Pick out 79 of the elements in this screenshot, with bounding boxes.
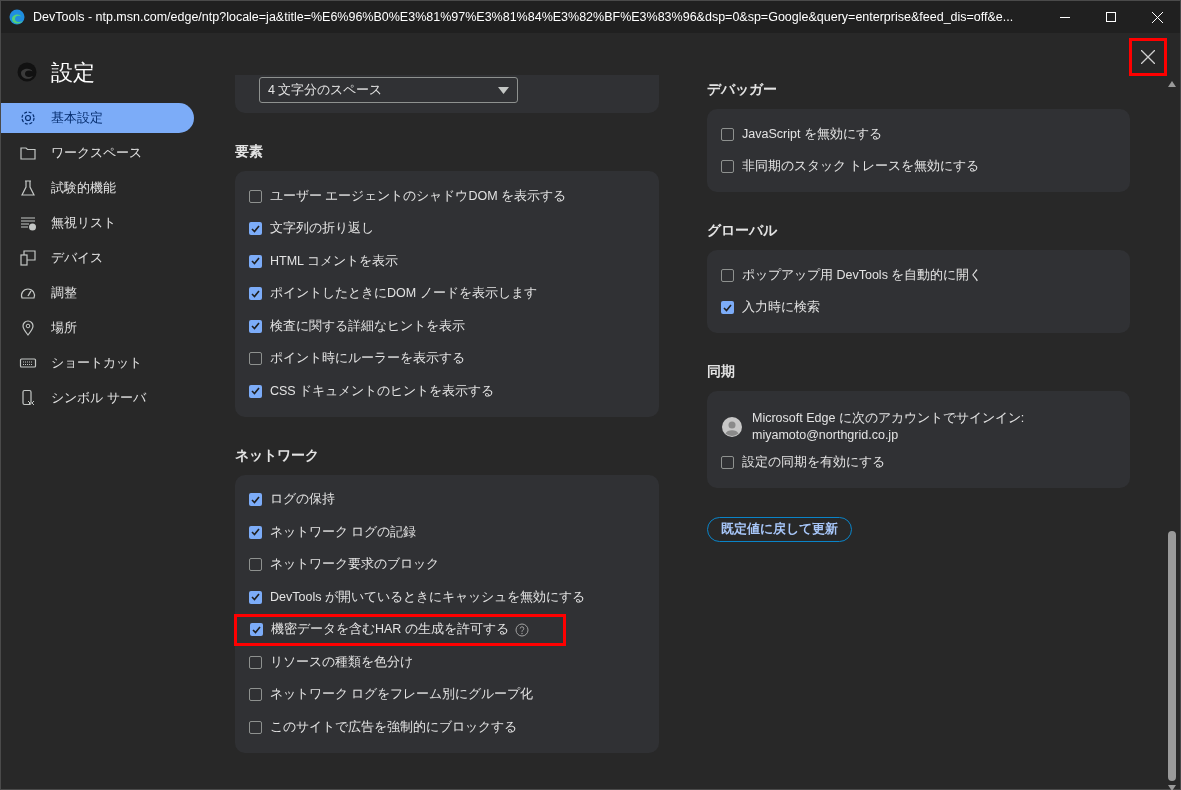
close-icon — [1141, 50, 1155, 64]
sidebar-item[interactable]: 基本設定 — [1, 103, 194, 133]
checkbox[interactable] — [721, 301, 734, 315]
checkbox[interactable] — [249, 590, 262, 604]
dropdown[interactable]: 4 文字分のスペース — [259, 77, 518, 103]
avatar-icon — [722, 417, 742, 437]
checkbox[interactable] — [249, 319, 262, 333]
checkbox-label: 文字列の折り返し — [270, 220, 374, 238]
checkbox-label: HTML コメントを表示 — [270, 252, 399, 270]
checkbox-label: ネットワーク ログをフレーム別にグループ化 — [270, 686, 534, 704]
checkbox[interactable] — [721, 455, 734, 469]
close-button[interactable] — [1132, 41, 1164, 73]
sidebar-item[interactable]: 場所 — [1, 313, 194, 343]
checkbox[interactable] — [249, 189, 262, 203]
section-heading: ネットワーク — [235, 445, 320, 465]
checkbox[interactable] — [721, 127, 734, 141]
dropdown-arrow-icon — [498, 86, 509, 94]
browser-logo-icon — [9, 9, 25, 25]
minimize-icon — [1060, 16, 1070, 18]
checkbox[interactable] — [249, 222, 262, 236]
checkbox-label: 非同期のスタック トレースを無効にする — [742, 158, 980, 176]
checkbox[interactable] — [249, 384, 262, 398]
sidebar-item[interactable]: シンボル サーバ — [1, 383, 194, 413]
checkbox[interactable] — [249, 287, 262, 301]
account-email: miyamoto@northgrid.co.jp — [752, 427, 900, 444]
checkbox-label: 検査に関する詳細なヒントを表示 — [270, 317, 465, 335]
section-heading: 同期 — [707, 362, 736, 381]
window-title: DevTools - ntp.msn.com/edge/ntp?locale=ja&title=%E6%96%B0%E3%81%97%E3%81%84%E3%82%BF%E3%83%96&dsp=0&sp=Google&query=enterprise&feed_dis=off&e... — [33, 8, 1015, 26]
checkbox[interactable] — [249, 352, 262, 366]
sidebar-item[interactable]: 試験的機能 — [1, 173, 194, 203]
checkbox-label: 機密データを含むHAR の生成を許可する — [271, 621, 509, 639]
checkbox[interactable] — [249, 493, 262, 507]
scroll-down-icon[interactable] — [1168, 785, 1176, 790]
checkbox[interactable] — [249, 688, 262, 702]
sidebar-item[interactable]: 調整 — [1, 278, 194, 308]
checkbox-label: 入力時に検索 — [742, 299, 820, 317]
scrollbar-thumb[interactable] — [1168, 531, 1176, 781]
sidebar-item[interactable]: デバイス — [1, 243, 194, 273]
checkbox-label: ネットワーク要求のブロック — [270, 556, 439, 574]
checkbox[interactable] — [249, 720, 262, 734]
checkbox-label: 設定の同期を有効にする — [742, 453, 885, 471]
sidebar-item[interactable]: ワークスペース — [1, 138, 194, 168]
account-text: Microsoft Edge に次のアカウントでサインイン: — [752, 410, 1025, 427]
pin-icon — [19, 319, 37, 337]
gear-icon — [19, 109, 37, 127]
checkbox-label: CSS ドキュメントのヒントを表示する — [270, 382, 495, 400]
checkbox[interactable] — [249, 254, 262, 268]
symbol-icon — [19, 389, 37, 407]
checkbox-label: ログの保持 — [270, 491, 335, 509]
ignore-icon — [19, 214, 37, 232]
checkbox-label: リソースの種類を色分け — [270, 653, 413, 671]
sidebar-item[interactable]: ショートカット — [1, 348, 194, 378]
checkbox[interactable] — [249, 558, 262, 572]
checkbox-label: ユーザー エージェントのシャドウDOM を表示する — [270, 187, 567, 205]
close-icon — [1151, 11, 1163, 23]
checkbox-label: ポイント時にルーラーを表示する — [270, 350, 465, 368]
section-heading: デバッガー — [707, 80, 778, 99]
checkbox[interactable] — [249, 525, 262, 539]
device-icon — [19, 249, 37, 267]
checkbox[interactable] — [721, 160, 734, 174]
edge-logo-icon — [17, 62, 37, 82]
flask-icon — [19, 179, 37, 197]
checkbox-label: DevTools が開いているときにキャッシュを無効にする — [270, 588, 585, 606]
folder-icon — [19, 144, 37, 162]
checkbox-label: JavaScript を無効にする — [742, 125, 882, 143]
section-heading: 要素 — [235, 142, 264, 161]
section-heading: グローバル — [707, 221, 778, 240]
sidebar-item[interactable]: 無視リスト — [1, 208, 194, 238]
scroll-up-icon[interactable] — [1168, 81, 1176, 87]
help-icon[interactable] — [514, 622, 529, 637]
checkbox-label: このサイトで広告を強制的にブロックする — [270, 718, 517, 736]
checkbox[interactable] — [250, 623, 263, 637]
checkbox-label: ポップアップ用 DevTools を自動的に開く — [742, 266, 983, 284]
maximize-icon — [1106, 12, 1116, 22]
checkbox[interactable] — [249, 655, 262, 669]
checkbox[interactable] — [721, 268, 734, 282]
checkbox-label: ポイントしたときにDOM ノードを表示します — [270, 285, 537, 303]
settings-title: 設定 — [51, 58, 95, 87]
checkbox-label: ネットワーク ログの記録 — [270, 523, 417, 541]
